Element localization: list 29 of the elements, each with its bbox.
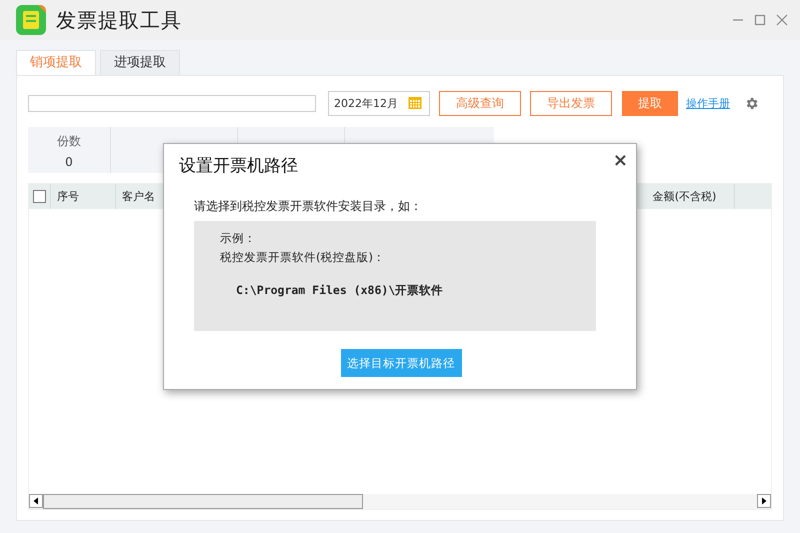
scroll-right-icon[interactable] — [757, 494, 771, 508]
search-field[interactable] — [28, 94, 316, 112]
maximize-icon[interactable] — [754, 14, 766, 26]
example-name: 税控发票开票软件(税控盘版)： — [220, 250, 386, 265]
toolbar-button[interactable]: 导出发票 — [530, 90, 612, 116]
app-logo-icon — [16, 5, 46, 35]
dialog-title: 设置开票机路径 — [179, 155, 298, 177]
toolbar-button[interactable]: 高级查询 — [439, 90, 521, 116]
scroll-thumb[interactable] — [43, 494, 363, 509]
tab[interactable]: 进项提取 — [100, 50, 180, 75]
instruction-text: 请选择到税控发票开票软件安装目录，如： — [194, 198, 423, 215]
calendar-icon[interactable] — [408, 96, 422, 110]
settings-icon[interactable] — [744, 96, 759, 110]
close-icon[interactable] — [776, 14, 788, 26]
close-button[interactable]: × — [612, 151, 628, 171]
toolbar-button[interactable]: 提取 — [622, 90, 678, 116]
choose-path-button[interactable]: 选择目标开票机路径 — [340, 349, 462, 377]
manual-link[interactable]: 操作手册 — [686, 96, 730, 110]
scroll-left-icon[interactable] — [29, 494, 43, 508]
example-label: 示例： — [220, 231, 257, 246]
window-title: 发票提取工具 — [56, 6, 182, 34]
date-field[interactable]: 2022年12月 — [328, 90, 430, 116]
stat-label: 份数 — [57, 133, 81, 150]
tab[interactable]: 销项提取 — [16, 50, 96, 75]
horizontal-scrollbar[interactable] — [29, 494, 771, 509]
example-path: C:\Program Files (x86)\开票软件 — [236, 283, 444, 298]
checkbox[interactable] — [33, 190, 46, 203]
stat-value: 0 — [65, 155, 73, 169]
column-header: 序号 — [51, 184, 116, 209]
